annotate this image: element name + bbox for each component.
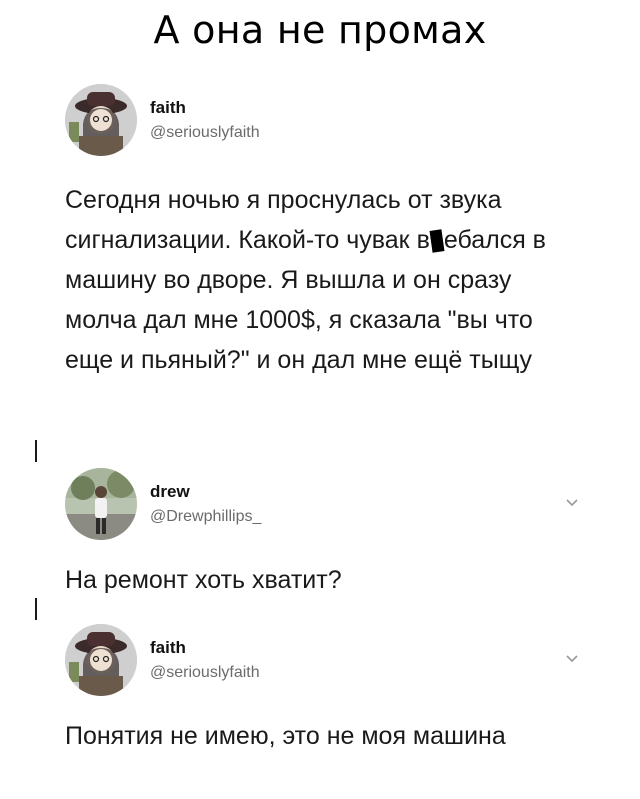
tweet-author: faith @seriouslyfaith bbox=[150, 638, 260, 682]
censor-mark bbox=[429, 229, 445, 254]
user-handle[interactable]: @seriouslyfaith bbox=[150, 664, 260, 682]
avatar[interactable] bbox=[65, 624, 137, 696]
chevron-down-icon[interactable] bbox=[565, 654, 579, 664]
tweet-header: faith @seriouslyfaith bbox=[65, 624, 585, 696]
display-name[interactable]: faith bbox=[150, 638, 260, 658]
user-photo-avatar-icon bbox=[65, 624, 137, 696]
avatar[interactable] bbox=[65, 84, 137, 156]
thread-connector bbox=[35, 598, 37, 620]
user-handle[interactable]: @Drewphillips_ bbox=[150, 508, 261, 526]
avatar[interactable] bbox=[65, 468, 137, 540]
display-name[interactable]: drew bbox=[150, 482, 261, 502]
user-photo-avatar-icon bbox=[65, 84, 137, 156]
tweet-text: Понятия не имею, это не моя машина bbox=[65, 722, 506, 750]
tweet-1: faith @seriouslyfaith Сегодня ночью я пр… bbox=[65, 84, 585, 380]
tweet-author: faith @seriouslyfaith bbox=[150, 98, 260, 142]
user-handle[interactable]: @seriouslyfaith bbox=[150, 124, 260, 142]
tweet-3: faith @seriouslyfaith Понятия не имею, э… bbox=[65, 624, 585, 756]
chevron-down-icon[interactable] bbox=[565, 498, 579, 508]
tweet-2: drew @Drewphillips_ На ремонт хоть хвати… bbox=[65, 468, 585, 600]
tweet-header: drew @Drewphillips_ bbox=[65, 468, 585, 540]
page-title: А она не промах bbox=[153, 8, 487, 52]
display-name[interactable]: faith bbox=[150, 98, 260, 118]
tweet-header: faith @seriouslyfaith bbox=[65, 84, 585, 156]
tweet-author: drew @Drewphillips_ bbox=[150, 482, 261, 526]
tweet-text: На ремонт хоть хватит? bbox=[65, 566, 342, 594]
user-photo-avatar-icon bbox=[65, 468, 137, 540]
thread-connector bbox=[35, 440, 37, 462]
tweet-text: Сегодня ночью я проснулась от звука сигн… bbox=[65, 180, 585, 380]
